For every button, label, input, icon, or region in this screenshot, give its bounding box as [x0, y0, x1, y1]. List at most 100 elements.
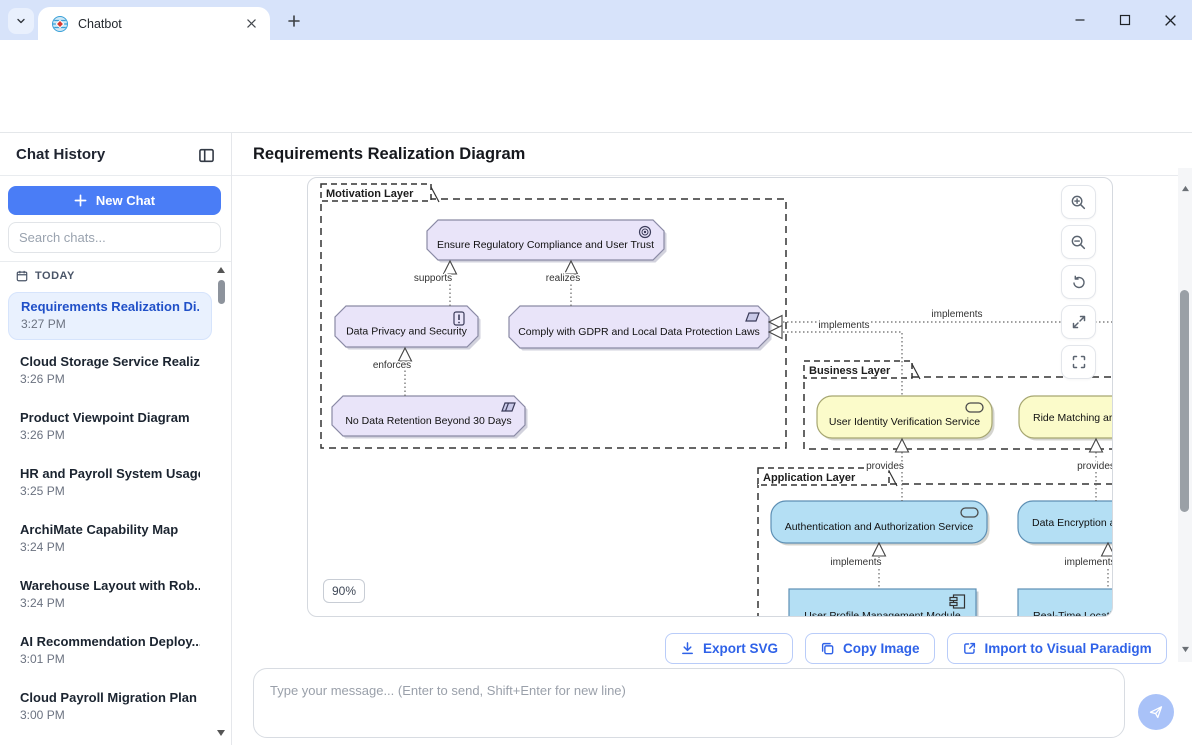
chat-title: Cloud Payroll Migration Plan — [20, 690, 200, 705]
close-icon — [247, 19, 256, 28]
node-label: Ensure Regulatory Compliance and User Tr… — [437, 239, 654, 251]
diagram-node-business-service-user-identity-verification[interactable]: User Identity Verification Service — [817, 396, 995, 441]
zoom-in-button[interactable] — [1061, 185, 1096, 219]
sidebar-title: Chat History — [16, 146, 105, 163]
copy-image-button[interactable]: Copy Image — [805, 633, 935, 664]
chat-history-item[interactable]: Requirements Realization Di...3:27 PM — [8, 292, 212, 340]
chat-history-item[interactable]: ArchiMate Capability Map3:24 PM — [8, 516, 212, 564]
zoom-out-icon — [1070, 234, 1087, 251]
tab-close-button[interactable] — [242, 15, 260, 33]
node-label: User Profile Management Module — [804, 610, 961, 616]
diagram-node-app-service-authentication-authorization[interactable]: Authentication and Authorization Service — [771, 501, 990, 546]
import-to-vp-button[interactable]: Import to Visual Paradigm — [947, 633, 1167, 664]
hollow-triangle-arrowhead — [1090, 439, 1103, 452]
browser-tab-strip: Chatbot — [0, 0, 1192, 40]
chat-history-item[interactable]: Product Viewpoint Diagram 3:26 PM — [8, 404, 212, 452]
hollow-triangle-arrowhead — [896, 439, 909, 452]
chevron-down-icon — [15, 15, 27, 27]
zoom-level-badge: 90% — [323, 579, 365, 603]
fullscreen-icon — [1071, 354, 1087, 370]
new-chat-button[interactable]: New Chat — [8, 186, 221, 215]
sidebar-scroll-up-icon[interactable] — [216, 266, 226, 274]
collapse-sidebar-button[interactable] — [196, 145, 216, 165]
main-scroll-down-icon[interactable] — [1181, 646, 1190, 653]
reset-view-button[interactable] — [1061, 265, 1096, 299]
browser-toolbar: ai-toolbox.visual-paradigm.com/app/chatb… — [0, 40, 1192, 85]
minimize-icon — [1074, 14, 1086, 26]
node-label: No Data Retention Beyond 30 Days — [345, 415, 511, 427]
chat-timestamp: 3:26 PM — [20, 428, 200, 442]
zoom-in-icon — [1070, 194, 1087, 211]
relation-label: realizes — [546, 273, 580, 284]
node-label: Data Encryption a — [1032, 517, 1112, 529]
layer-label: Business Layer — [809, 365, 891, 377]
new-tab-button[interactable] — [282, 9, 306, 33]
tab-search-chevron-button[interactable] — [8, 8, 34, 34]
section-today: TODAY — [16, 270, 75, 282]
diagram-node-business-service-ride-matching[interactable]: Ride Matching ar — [1019, 396, 1112, 441]
chat-list: Requirements Realization Di...3:27 PM Clo… — [8, 292, 212, 740]
node-label: Data Privacy and Security — [346, 326, 468, 338]
relation-label: implements — [1064, 557, 1112, 568]
main-scrollbar-thumb[interactable] — [1180, 290, 1189, 512]
external-link-icon — [962, 641, 977, 656]
relation-label: provides — [866, 461, 904, 472]
relation-enforces: enforces — [373, 348, 412, 396]
plus-icon — [287, 14, 301, 28]
diagram-node-requirement-gdpr-compliance[interactable]: Comply with GDPR and Local Data Protecti… — [509, 306, 772, 351]
diagram-node-app-component-real-time-location[interactable]: Real-Time Locati — [1018, 589, 1112, 616]
chat-timestamp: 3:00 PM — [20, 708, 200, 722]
message-input[interactable] — [253, 668, 1125, 738]
chat-history-item[interactable]: Cloud Storage Service Realiz... 3:26 PM — [8, 348, 212, 396]
layer-label: Application Layer — [763, 472, 856, 484]
relation-realizes: realizes — [546, 261, 580, 306]
send-icon — [1148, 704, 1164, 720]
expand-view-icon — [1071, 314, 1087, 330]
diagram-zoom-toolbar — [1061, 185, 1096, 379]
chat-history-item[interactable]: Warehouse Layout with Rob...3:24 PM — [8, 572, 212, 620]
chat-timestamp: 3:26 PM — [20, 372, 200, 386]
sidebar-scroll-down-icon[interactable] — [216, 729, 226, 737]
action-label: Import to Visual Paradigm — [985, 641, 1152, 656]
window-minimize-button[interactable] — [1070, 10, 1090, 30]
constraint-icon — [502, 403, 515, 411]
main-scroll-up-icon[interactable] — [1181, 185, 1190, 192]
diagram-node-app-component-user-profile-management[interactable]: User Profile Management Module — [789, 589, 979, 616]
app-header: Chatbot Powered by Visual Paradigm More … — [0, 85, 1192, 133]
copy-icon — [820, 641, 835, 656]
relation-label: implements — [931, 309, 982, 320]
chat-title: ArchiMate Capability Map — [20, 522, 200, 537]
chat-history-item[interactable]: Cloud Payroll Migration Plan 3:00 PM — [8, 684, 212, 732]
diagram-action-row: Export SVG Copy Image Import to Visual Par… — [665, 633, 1167, 664]
search-chats-input[interactable] — [8, 222, 221, 253]
divider — [232, 175, 1192, 176]
chat-title: Cloud Storage Service Realiz... — [20, 354, 200, 369]
expand-view-button[interactable] — [1061, 305, 1096, 339]
divider — [0, 175, 232, 176]
chat-history-item[interactable]: HR and Payroll System Usage3:25 PM — [8, 460, 212, 508]
relation-label: implements — [830, 557, 881, 568]
favicon-visual-paradigm — [52, 16, 68, 32]
chat-title: Product Viewpoint Diagram — [20, 410, 200, 425]
zoom-out-button[interactable] — [1061, 225, 1096, 259]
node-label: Comply with GDPR and Local Data Protecti… — [518, 326, 760, 338]
sidebar-scrollbar-thumb[interactable] — [218, 280, 225, 304]
send-button[interactable] — [1138, 694, 1174, 730]
browser-tab[interactable]: Chatbot — [38, 7, 270, 40]
chat-title: AI Recommendation Deploy... — [20, 634, 200, 649]
reset-view-icon — [1070, 274, 1087, 291]
requirements-realization-diagram[interactable]: Motivation LayerBusiness LayerApplicatio… — [308, 178, 1112, 616]
diagram-node-app-service-data-encryption[interactable]: Data Encryption a — [1018, 501, 1112, 546]
export-svg-button[interactable]: Export SVG — [665, 633, 793, 664]
window-maximize-button[interactable] — [1115, 10, 1135, 30]
requirement-icon — [746, 313, 759, 321]
diagram-node-principle-data-privacy-security[interactable]: Data Privacy and Security — [335, 306, 481, 350]
fullscreen-button[interactable] — [1061, 345, 1096, 379]
chat-title: Warehouse Layout with Rob... — [20, 578, 200, 593]
chat-history-item[interactable]: AI Recommendation Deploy... 3:01 PM — [8, 628, 212, 676]
chat-timestamp: 3:01 PM — [20, 652, 200, 666]
diagram-node-goal-ensure-regulatory-compliance[interactable]: Ensure Regulatory Compliance and User Tr… — [427, 220, 667, 263]
panel-collapse-icon — [198, 147, 215, 164]
window-close-button[interactable] — [1160, 10, 1180, 30]
diagram-node-constraint-no-data-retention[interactable]: No Data Retention Beyond 30 Days — [332, 396, 528, 439]
